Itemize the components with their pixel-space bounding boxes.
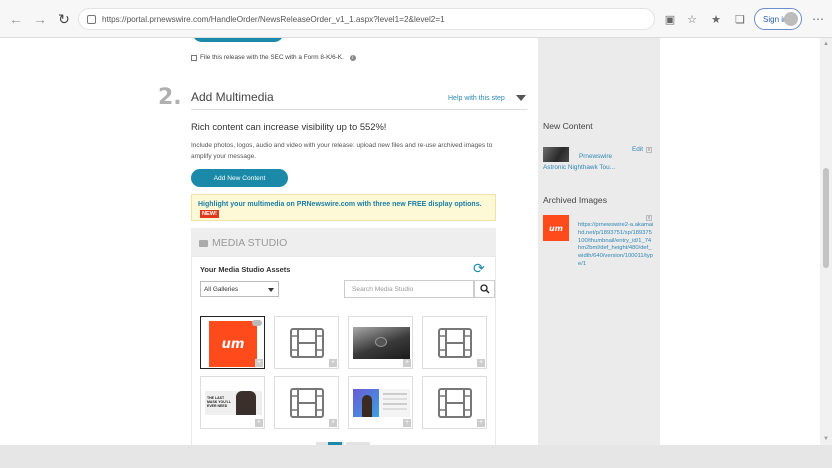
add-icon[interactable]: +	[403, 359, 411, 367]
add-icon[interactable]: +	[255, 359, 263, 367]
new-content-thumbnail[interactable]	[543, 147, 569, 162]
chevron-down-icon[interactable]	[516, 95, 526, 101]
add-icon[interactable]: +	[477, 419, 485, 427]
add-icon[interactable]: +	[477, 359, 485, 367]
refresh-icon[interactable]: ⟳	[473, 260, 485, 277]
search-placeholder: Search Media Studio	[352, 285, 414, 293]
step-number: 2.	[158, 85, 182, 110]
asset-tile[interactable]: THE LAST MASK YOU'LL EVER NEED +	[200, 376, 265, 429]
sec-filing-row: File this release with the SEC with a Fo…	[191, 54, 356, 61]
avatar-icon	[784, 12, 798, 26]
previous-step-button[interactable]	[192, 38, 284, 42]
asset-tile[interactable]: +	[348, 376, 413, 429]
assets-label: Your Media Studio Assets	[200, 265, 291, 274]
media-studio-assets: Your Media Studio Assets ⟳ All Galleries…	[191, 256, 496, 445]
url-text: https://portal.prnewswire.com/HandleOrde…	[102, 14, 445, 24]
archived-logo-text: um	[548, 223, 564, 233]
app-available-icon[interactable]: ▣	[662, 11, 678, 27]
chevron-down-icon	[268, 288, 274, 292]
media-studio-title: MEDIA STUDIO	[212, 237, 288, 249]
asset-tile[interactable]: +	[422, 376, 487, 429]
sec-filing-label: File this release with the SEC with a Fo…	[200, 54, 344, 61]
favorite-add-icon[interactable]: ☆	[684, 11, 700, 27]
add-icon[interactable]: +	[329, 419, 337, 427]
collections-icon[interactable]: ❏	[732, 11, 748, 27]
media-studio-panel: MEDIA STUDIO Your Media Studio Assets ⟳ …	[191, 228, 496, 445]
browser-toolbar: ← → ↻ https://portal.prnewswire.com/Hand…	[0, 0, 832, 38]
info-icon[interactable]: i	[349, 54, 356, 61]
asset-tile[interactable]: +	[274, 376, 339, 429]
add-icon[interactable]: +	[403, 419, 411, 427]
video-icon	[290, 328, 324, 358]
edit-link[interactable]: Edit	[632, 146, 643, 153]
page-viewport: File this release with the SEC with a Fo…	[0, 38, 832, 445]
sec-filing-checkbox[interactable]	[191, 54, 197, 61]
more-options-icon[interactable]: ⋯	[810, 11, 826, 27]
visibility-headline: Rich content can increase visibility up …	[191, 121, 387, 132]
mask-caption: THE LAST MASK YOU'LL EVER NEED	[207, 396, 231, 408]
forward-icon[interactable]: →	[30, 9, 50, 29]
asset-tile[interactable]: +	[348, 316, 413, 369]
image-icon	[199, 239, 208, 247]
address-bar[interactable]: https://portal.prnewswire.com/HandleOrde…	[78, 8, 655, 30]
archived-image-thumbnail[interactable]: um	[543, 215, 569, 241]
search-icon	[479, 284, 489, 294]
cloud-icon	[252, 320, 262, 326]
divider	[191, 109, 527, 110]
gallery-select[interactable]: All Galleries	[200, 281, 279, 297]
new-badge: NEW!	[200, 210, 219, 218]
sign-in-button[interactable]: Sign in	[754, 8, 802, 30]
search-input[interactable]: Search Media Studio	[344, 280, 474, 298]
new-content-source[interactable]: Prnewswire	[579, 153, 612, 160]
add-icon[interactable]: +	[329, 359, 337, 367]
favorites-icon[interactable]: ★	[708, 11, 724, 27]
new-content-title: New Content	[543, 121, 593, 131]
multimedia-description: Include photos, logos, audio and video w…	[191, 142, 493, 160]
new-content-item[interactable]: Astronic Nighthawk Tou...	[543, 164, 615, 171]
reload-icon[interactable]: ↻	[54, 9, 74, 29]
media-studio-header: MEDIA STUDIO	[199, 237, 287, 249]
window-bottom-edge	[0, 445, 832, 468]
page-info-icon[interactable]	[87, 14, 96, 24]
mask-photo: THE LAST MASK YOU'LL EVER NEED	[205, 391, 262, 415]
video-icon	[290, 388, 324, 418]
scroll-down-icon[interactable]: ▼	[822, 435, 830, 443]
archived-image-url[interactable]: https://prnewswire2-a.akamaihd.net/p/189…	[578, 222, 654, 269]
close-icon[interactable]: x	[646, 215, 652, 221]
main-column: File this release with the SEC with a Fo…	[158, 38, 534, 445]
promo-banner: Highlight your multimedia on PRNewswire.…	[191, 194, 496, 221]
logo-text: um	[221, 336, 245, 352]
close-icon[interactable]: x	[646, 147, 652, 153]
scroll-up-icon[interactable]: ▲	[822, 40, 830, 48]
help-link[interactable]: Help with this step	[448, 95, 505, 102]
scroll-thumb[interactable]	[823, 168, 829, 268]
gallery-select-value: All Galleries	[204, 285, 239, 293]
archived-images-title: Archived Images	[543, 195, 608, 205]
video-icon	[438, 328, 472, 358]
back-icon[interactable]: ←	[6, 9, 26, 29]
promo-text[interactable]: Highlight your multimedia on PRNewswire.…	[198, 201, 482, 208]
add-new-content-button[interactable]: Add New Content	[191, 169, 288, 187]
asset-tile[interactable]: +	[422, 316, 487, 369]
um-logo-image: um	[209, 321, 257, 367]
vertical-scrollbar[interactable]: ▲ ▼	[820, 38, 832, 445]
step-title: Add Multimedia	[191, 90, 274, 104]
presenter-photo	[353, 389, 410, 417]
asset-tile[interactable]: +	[274, 316, 339, 369]
search-button[interactable]	[474, 280, 495, 298]
add-icon[interactable]: +	[255, 419, 263, 427]
right-sidebar: New Content Prnewswire Astronic Nighthaw…	[538, 38, 660, 445]
asset-tile[interactable]: um +	[200, 316, 265, 369]
watch-photo	[353, 327, 410, 359]
video-icon	[438, 388, 472, 418]
